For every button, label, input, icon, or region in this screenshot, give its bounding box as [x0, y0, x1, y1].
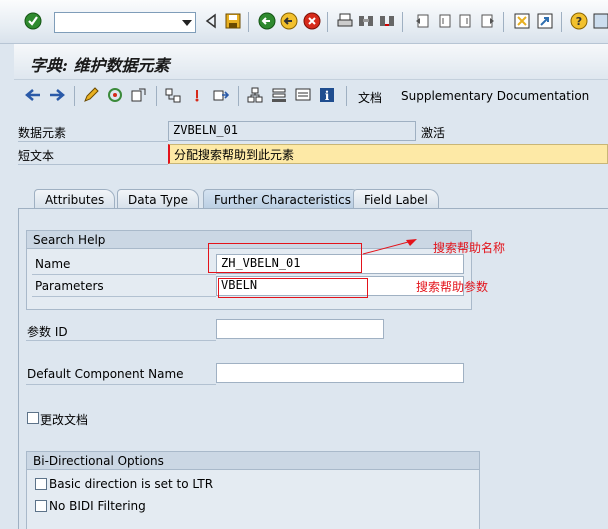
display-icon[interactable] [294, 86, 312, 104]
print-icon[interactable] [336, 12, 354, 30]
cancel-icon[interactable] [303, 12, 321, 30]
system-toolbar: ? [0, 0, 608, 44]
divider [26, 384, 216, 385]
tab-attributes[interactable]: Attributes [34, 189, 116, 209]
first-page-icon[interactable] [413, 12, 431, 30]
divider [18, 164, 168, 165]
supplementary-documentation-button[interactable]: Supplementary Documentation [401, 89, 589, 103]
annotation-arrow-icon [362, 239, 417, 255]
tab-data-type[interactable]: Data Type [117, 189, 200, 209]
separator [327, 12, 328, 32]
next-page-icon[interactable] [457, 12, 475, 30]
annotation-box-name [208, 243, 362, 273]
tab-field-label[interactable]: Field Label [353, 189, 439, 209]
status-text: 激活 [421, 126, 446, 140]
stack-icon[interactable] [270, 86, 288, 104]
find-icon[interactable] [357, 12, 375, 30]
where-used-icon[interactable] [164, 86, 182, 104]
enter-icon[interactable] [24, 12, 42, 30]
separator [503, 12, 504, 32]
default-component-label: Default Component Name [27, 367, 184, 381]
application-toolbar: i 文档 Supplementary Documentation [14, 80, 608, 112]
divider [32, 296, 216, 297]
short-text-label: 短文本 [18, 149, 55, 163]
short-text-field[interactable]: 分配搜索帮助到此元素 [168, 144, 608, 164]
divider [26, 340, 216, 341]
save-icon[interactable] [224, 12, 242, 30]
annotation-name-note: 搜索帮助名称 [433, 241, 506, 255]
change-document-label: 更改文档 [40, 413, 89, 427]
change-document-checkbox[interactable] [27, 412, 39, 424]
hierarchy-icon[interactable] [246, 86, 264, 104]
no-bidi-filter-checkbox[interactable] [35, 500, 47, 512]
help-icon[interactable]: ? [570, 12, 588, 30]
create-session-icon[interactable] [513, 12, 531, 30]
divider [32, 274, 216, 275]
tab-further-characteristics[interactable]: Further Characteristics [203, 189, 362, 210]
separator [238, 86, 239, 106]
svg-text:i: i [325, 89, 330, 103]
separator [346, 86, 347, 106]
arrow-left-icon[interactable] [24, 86, 42, 104]
back-icon[interactable] [202, 12, 220, 30]
find-next-icon[interactable] [378, 12, 396, 30]
data-element-label: 数据元素 [18, 126, 67, 140]
no-bidi-filter-label: No BIDI Filtering [49, 499, 146, 513]
documentation-button[interactable]: 文档 [358, 89, 382, 106]
activate-icon[interactable] [106, 86, 124, 104]
default-component-field[interactable] [216, 363, 464, 383]
separator [561, 12, 562, 32]
back-green-icon[interactable] [258, 12, 276, 30]
divider [18, 141, 168, 142]
last-page-icon[interactable] [479, 12, 497, 30]
separator [156, 86, 157, 106]
data-element-field[interactable]: ZVBELN_01 [168, 121, 416, 141]
command-field[interactable] [54, 12, 196, 33]
chevron-down-icon[interactable] [182, 20, 192, 26]
param-id-label: 参数 ID [27, 325, 68, 339]
navigate-icon[interactable] [212, 86, 230, 104]
search-help-name-label: Name [35, 257, 71, 271]
annotation-box-parameters [218, 278, 368, 298]
bidi-options-group-title: Bi-Directional Options [27, 452, 479, 470]
title-bar: 字典: 维护数据元素 [14, 44, 608, 80]
separator [74, 86, 75, 106]
separator [402, 12, 403, 32]
info-marker-icon[interactable] [188, 86, 206, 104]
separator [248, 12, 249, 32]
other-object-icon[interactable] [130, 86, 148, 104]
exit-icon[interactable] [280, 12, 298, 30]
edit-pencil-icon[interactable] [82, 86, 100, 104]
svg-text:?: ? [576, 15, 582, 28]
info-icon[interactable]: i [318, 86, 336, 104]
ltr-direction-checkbox[interactable] [35, 478, 47, 490]
layout-icon[interactable] [592, 12, 608, 30]
prev-page-icon[interactable] [435, 12, 453, 30]
page-title: 字典: 维护数据元素 [30, 56, 170, 75]
annotation-param-note: 搜索帮助参数 [416, 280, 489, 294]
param-id-field[interactable] [216, 319, 384, 339]
arrow-right-icon[interactable] [48, 86, 66, 104]
search-help-parameters-label: Parameters [35, 279, 104, 293]
ltr-direction-label: Basic direction is set to LTR [49, 477, 214, 491]
shortcut-icon[interactable] [536, 12, 554, 30]
